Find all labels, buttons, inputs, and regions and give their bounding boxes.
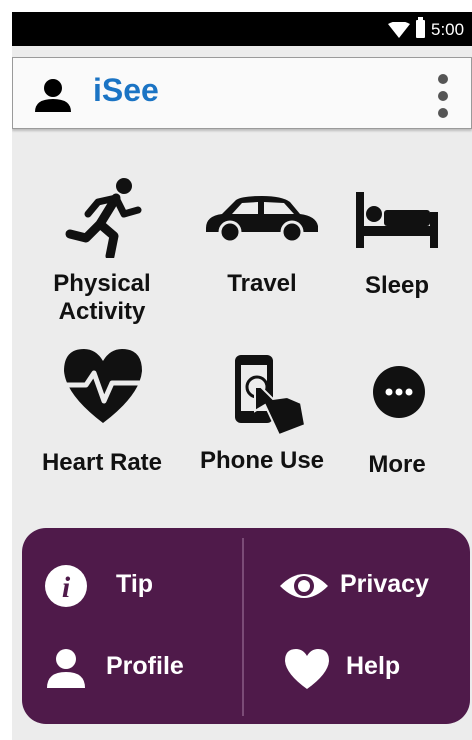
tile-label: Physical bbox=[53, 270, 151, 297]
status-time: 5:00 bbox=[431, 20, 465, 39]
tile-travel[interactable]: Travel bbox=[197, 172, 327, 302]
app-bar: iSee bbox=[12, 57, 472, 129]
more-dots-icon bbox=[373, 366, 425, 418]
wifi-icon bbox=[388, 22, 410, 38]
tile-phone-use[interactable]: Phone Use bbox=[187, 347, 337, 482]
user-icon[interactable] bbox=[33, 78, 73, 112]
bed-icon bbox=[356, 192, 438, 248]
profile-button[interactable]: Profile bbox=[46, 646, 226, 690]
tile-physical-activity[interactable]: Physical Activity bbox=[42, 172, 162, 332]
tile-sleep[interactable]: Sleep bbox=[342, 172, 452, 302]
svg-text:i: i bbox=[62, 571, 71, 604]
battery-icon bbox=[416, 17, 425, 38]
heart-rate-icon bbox=[64, 349, 142, 423]
info-icon: i bbox=[45, 565, 87, 607]
profile-icon bbox=[47, 649, 85, 688]
tile-heart-rate[interactable]: Heart Rate bbox=[32, 347, 172, 482]
tip-button[interactable]: i Tip bbox=[44, 564, 224, 608]
app-title: iSee bbox=[93, 72, 159, 108]
running-person-icon bbox=[65, 178, 142, 258]
heart-icon bbox=[285, 649, 329, 689]
tile-label: Heart Rate bbox=[41, 449, 163, 476]
privacy-label: Privacy bbox=[340, 570, 429, 598]
tile-label: Activity bbox=[58, 298, 146, 325]
overflow-menu-icon[interactable] bbox=[431, 72, 455, 120]
tile-more[interactable]: More bbox=[342, 347, 452, 487]
status-bar: 5:00 bbox=[12, 12, 472, 46]
tile-label: More bbox=[368, 451, 426, 478]
profile-label: Profile bbox=[106, 652, 184, 680]
phone-screen: 5:00 iSee Physical Activity Travel Sleep… bbox=[12, 12, 472, 740]
phone-touch-icon bbox=[235, 355, 307, 437]
panel-divider bbox=[242, 538, 244, 716]
privacy-button[interactable]: Privacy bbox=[278, 564, 458, 608]
help-label: Help bbox=[346, 652, 401, 680]
tile-label: Sleep bbox=[364, 272, 430, 299]
eye-icon bbox=[280, 574, 328, 598]
help-button[interactable]: Help bbox=[284, 646, 444, 690]
tip-label: Tip bbox=[116, 570, 154, 598]
quick-links-panel: i Tip Privacy Profile Help bbox=[22, 528, 470, 724]
tile-label: Phone Use bbox=[199, 447, 325, 474]
car-icon bbox=[206, 196, 318, 244]
tile-label: Travel bbox=[227, 270, 297, 297]
